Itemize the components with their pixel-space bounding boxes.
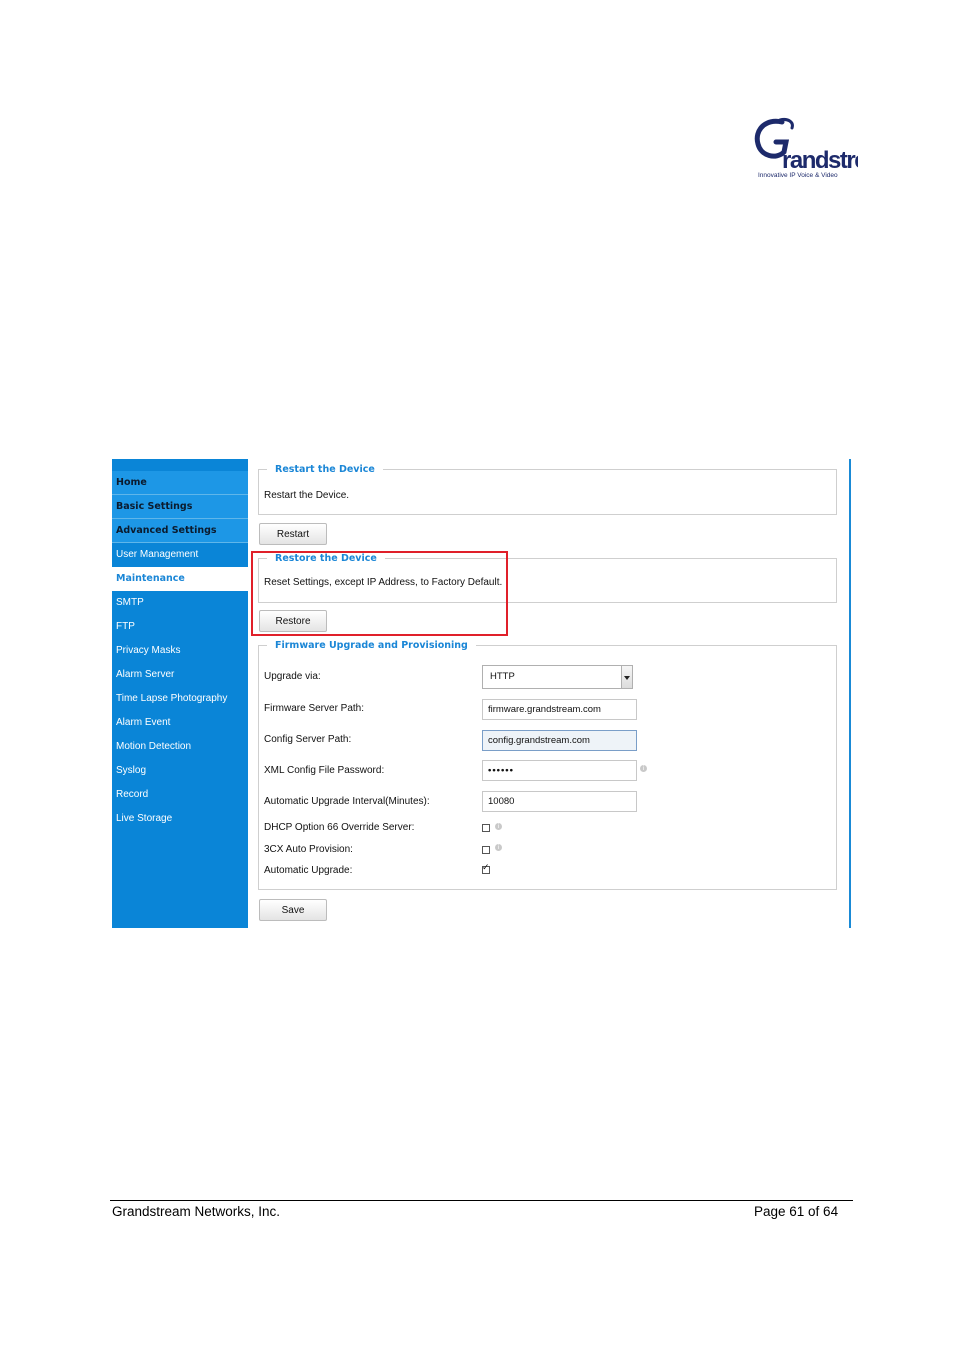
- save-button[interactable]: Save: [259, 899, 327, 921]
- 3cx-label: 3CX Auto Provision:: [264, 844, 353, 855]
- grandstream-logo: randstream Innovative IP Voice & Video: [752, 116, 899, 184]
- sidebar-item-basic-settings[interactable]: Basic Settings: [112, 495, 248, 519]
- footer-company: Grandstream Networks, Inc.: [112, 1204, 281, 1219]
- firmware-path-label: Firmware Server Path:: [264, 703, 365, 714]
- footer-divider: [110, 1200, 853, 1201]
- sidebar-item-advanced-settings[interactable]: Advanced Settings: [112, 519, 248, 543]
- dhcp66-label: DHCP Option 66 Override Server:: [264, 822, 415, 833]
- dhcp66-checkbox[interactable]: [482, 824, 490, 832]
- sidebar-item-record[interactable]: Record: [112, 783, 248, 807]
- sidebar-item-user-management[interactable]: User Management: [112, 543, 248, 567]
- firmware-legend: Firmware Upgrade and Provisioning: [275, 640, 468, 651]
- xml-password-input[interactable]: ••••••: [482, 760, 637, 781]
- config-path-label: Config Server Path:: [264, 734, 352, 745]
- restore-highlight-box: [251, 551, 508, 636]
- sidebar-item-privacy-masks[interactable]: Privacy Masks: [112, 639, 248, 663]
- sidebar-item-smtp[interactable]: SMTP: [112, 591, 248, 615]
- sidebar-topbar: [112, 459, 248, 471]
- grandstream-logo-mark: randstream: [754, 118, 899, 174]
- restart-button[interactable]: Restart: [259, 523, 327, 545]
- config-path-input[interactable]: config.grandstream.com: [482, 730, 637, 751]
- info-icon[interactable]: i: [495, 844, 502, 851]
- sidebar-item-alarm-server[interactable]: Alarm Server: [112, 663, 248, 687]
- sidebar-item-syslog[interactable]: Syslog: [112, 759, 248, 783]
- web-ui-screenshot: Home Basic Settings Advanced Settings Us…: [112, 459, 852, 928]
- logo-tagline: Innovative IP Voice & Video: [758, 172, 838, 179]
- sidebar-item-maintenance[interactable]: Maintenance: [112, 567, 248, 591]
- info-icon[interactable]: i: [495, 823, 502, 830]
- sidebar-item-home[interactable]: Home: [112, 471, 248, 495]
- 3cx-checkbox[interactable]: [482, 846, 490, 854]
- restart-description: Restart the Device.: [264, 490, 350, 501]
- info-icon[interactable]: i: [640, 765, 647, 772]
- sidebar: Home Basic Settings Advanced Settings Us…: [112, 459, 248, 928]
- sidebar-item-time-lapse-photography[interactable]: Time Lapse Photography: [112, 687, 248, 711]
- upgrade-via-value: HTTP: [490, 671, 515, 682]
- main-content: Restart the Device Restart the Device. R…: [248, 459, 848, 928]
- svg-text:randstream: randstream: [782, 147, 858, 174]
- firmware-path-input[interactable]: firmware.grandstream.com: [482, 699, 637, 720]
- upgrade-via-select[interactable]: HTTP: [482, 665, 633, 689]
- sidebar-item-ftp[interactable]: FTP: [112, 615, 248, 639]
- restart-legend: Restart the Device: [275, 464, 375, 475]
- xml-password-label: XML Config File Password:: [264, 765, 385, 776]
- interval-label: Automatic Upgrade Interval(Minutes):: [264, 796, 430, 807]
- upgrade-via-label: Upgrade via:: [264, 671, 321, 682]
- auto-upgrade-label: Automatic Upgrade:: [264, 865, 353, 876]
- sidebar-item-motion-detection[interactable]: Motion Detection: [112, 735, 248, 759]
- sidebar-item-alarm-event[interactable]: Alarm Event: [112, 711, 248, 735]
- auto-upgrade-checkbox[interactable]: [482, 863, 490, 874]
- frame-right-border: [849, 459, 851, 928]
- interval-input[interactable]: 10080: [482, 791, 637, 812]
- chevron-down-icon[interactable]: [621, 666, 632, 688]
- sidebar-item-live-storage[interactable]: Live Storage: [112, 807, 248, 831]
- footer-page-number: Page 61 of 64: [754, 1204, 839, 1219]
